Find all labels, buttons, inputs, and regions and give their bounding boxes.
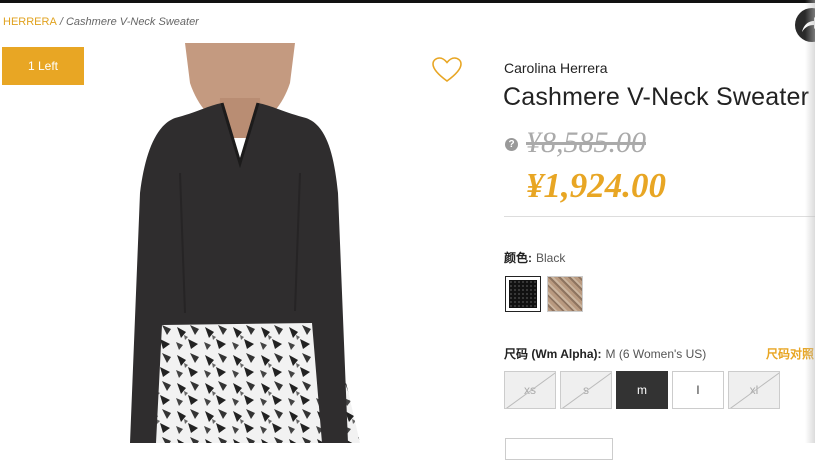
breadcrumb-product: Cashmere V-Neck Sweater	[65, 16, 199, 28]
quantity-field[interactable]	[505, 438, 613, 460]
favorite-button[interactable]	[432, 57, 462, 88]
heart-icon	[432, 57, 462, 82]
breadcrumb: HERRERA / Cashmere V-Neck Sweater	[3, 16, 199, 28]
color-swatch-black[interactable]	[505, 276, 541, 312]
divider	[504, 216, 815, 217]
breadcrumb-separator: /	[59, 16, 63, 28]
breadcrumb-brand-link[interactable]: HERRERA	[3, 16, 57, 28]
question-icon[interactable]: ?	[505, 138, 518, 151]
size-option-xl[interactable]: xl	[728, 371, 780, 409]
size-option-l[interactable]: l	[672, 371, 724, 409]
color-label: 颜色:	[504, 251, 532, 265]
color-value: Black	[536, 251, 566, 265]
product-image	[130, 43, 360, 443]
size-value: M (6 Women's US)	[605, 347, 707, 361]
size-selector-label: 尺码 (Wm Alpha): M (6 Women's US)	[504, 345, 706, 362]
product-title: Cashmere V-Neck Sweater	[503, 83, 810, 111]
product-brand[interactable]: Carolina Herrera	[504, 60, 607, 76]
size-option-m[interactable]: m	[616, 371, 668, 409]
scroll-shadow	[805, 0, 815, 443]
top-bar	[0, 0, 815, 3]
stock-badge: 1 Left	[2, 47, 84, 85]
sale-price: ¥1,924.00	[526, 166, 666, 205]
size-option-xs[interactable]: xs	[504, 371, 556, 409]
size-label: 尺码 (Wm Alpha):	[504, 347, 602, 361]
color-selector-label: 颜色: Black	[504, 249, 565, 266]
original-price: ¥8,585.00	[526, 126, 646, 159]
color-swatch-tan[interactable]	[547, 276, 583, 312]
size-option-s[interactable]: s	[560, 371, 612, 409]
